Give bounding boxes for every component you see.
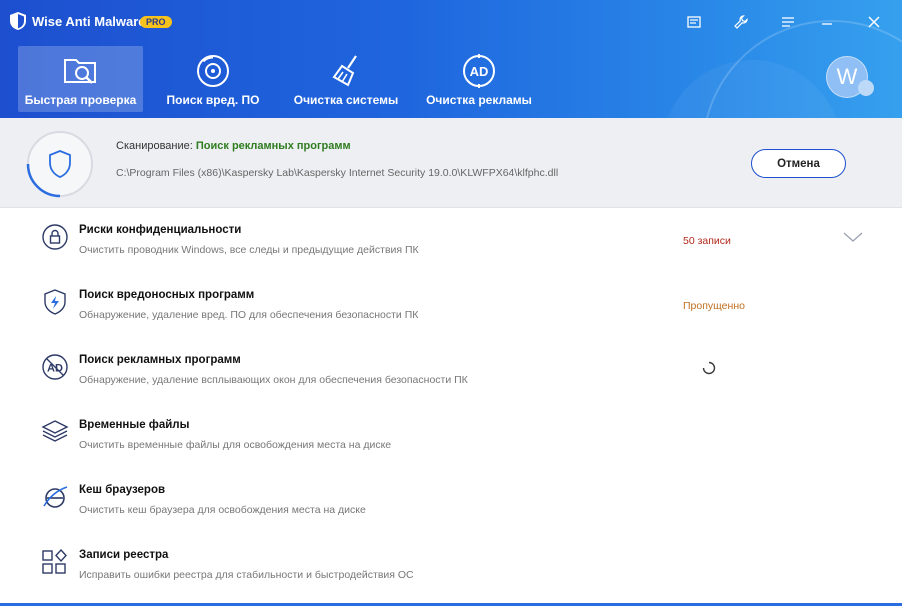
wrench-icon xyxy=(734,15,748,29)
list-item[interactable]: Поиск вредоносных программ Обнаружение, … xyxy=(0,273,902,338)
list-item[interactable]: Временные файлы Очистить временные файлы… xyxy=(0,403,902,468)
cancel-button[interactable]: Отмена xyxy=(751,149,846,178)
list-item[interactable]: Кеш браузеров Очистить кеш браузера для … xyxy=(0,468,902,533)
scan-current-file: C:\Program Files (x86)\Kaspersky Lab\Kas… xyxy=(116,167,559,179)
scan-items-list: Риски конфиденциальности Очистить провод… xyxy=(0,208,902,606)
svg-text:AD: AD xyxy=(470,64,489,79)
title-bar: Wise Anti Malware PRO xyxy=(0,0,902,40)
item-desc: Обнаружение, удаление вред. ПО для обесп… xyxy=(79,309,419,321)
ad-blocked-icon: AD xyxy=(42,354,68,380)
item-title: Поиск рекламных программ xyxy=(79,354,241,366)
menu-icon xyxy=(782,17,794,27)
item-title: Поиск вредоносных программ xyxy=(79,289,255,301)
app-window: Wise Anti Malware PRO Быстрая проверка П… xyxy=(0,0,902,606)
privacy-lock-icon xyxy=(42,224,68,250)
scan-status-panel: Сканирование: Поиск рекламных программ C… xyxy=(0,118,902,208)
avatar-status-dot xyxy=(858,80,874,96)
item-desc: Очистить проводник Windows, все следы и … xyxy=(79,244,419,256)
item-title: Записи реестра xyxy=(79,549,169,561)
pro-badge: PRO xyxy=(140,16,172,28)
scan-progress-ring xyxy=(26,131,93,198)
nav-label: Очистка рекламы xyxy=(426,93,532,107)
loading-spinner-icon xyxy=(702,361,716,375)
ad-icon: AD xyxy=(463,54,495,88)
scan-prefix: Сканирование: xyxy=(116,140,193,152)
item-desc: Очистить временные файлы для освобождени… xyxy=(79,439,392,451)
header: Wise Anti Malware PRO Быстрая проверка П… xyxy=(0,0,902,118)
item-desc: Очистить кеш браузера для освобождения м… xyxy=(79,504,366,516)
chevron-down-icon[interactable] xyxy=(842,230,864,244)
message-icon xyxy=(687,16,701,28)
item-title: Кеш браузеров xyxy=(79,484,166,496)
item-desc: Исправить ошибки реестра для стабильност… xyxy=(79,569,414,581)
scan-stage: Поиск рекламных программ xyxy=(195,140,351,152)
app-logo-icon xyxy=(10,12,26,30)
feedback-button[interactable] xyxy=(684,12,704,32)
app-title: Wise Anti Malware xyxy=(32,14,146,29)
close-button[interactable] xyxy=(864,12,884,32)
target-scan-icon xyxy=(197,55,229,87)
list-item[interactable]: AD Поиск рекламных программ Обнаружение,… xyxy=(0,338,902,403)
minimize-icon xyxy=(822,23,832,25)
registry-icon xyxy=(42,548,67,574)
list-item[interactable]: Записи реестра Исправить ошибки реестра … xyxy=(0,533,902,598)
nav-malware-scan[interactable]: Поиск вред. ПО xyxy=(160,46,266,112)
browser-icon xyxy=(43,486,68,508)
nav-label: Поиск вред. ПО xyxy=(166,93,260,107)
folder-search-icon xyxy=(63,59,96,84)
close-icon xyxy=(868,16,880,28)
minimize-button[interactable] xyxy=(817,12,837,32)
nav-system-cleanup[interactable]: Очистка системы xyxy=(290,46,402,112)
item-title: Временные файлы xyxy=(79,419,190,431)
list-item[interactable]: Риски конфиденциальности Очистить провод… xyxy=(0,208,902,273)
tools-button[interactable] xyxy=(731,12,751,32)
nav-quick-scan[interactable]: Быстрая проверка xyxy=(18,46,143,112)
broom-icon xyxy=(332,55,357,87)
nav-label: Быстрая проверка xyxy=(24,93,137,107)
layers-icon xyxy=(41,420,69,442)
item-title: Риски конфиденциальности xyxy=(79,224,242,236)
item-status: Пропущенно xyxy=(683,300,745,312)
nav-ad-cleanup[interactable]: AD Очистка рекламы xyxy=(423,46,535,112)
scan-stage-line: Сканирование: Поиск рекламных программ xyxy=(116,140,351,152)
shield-bolt-icon xyxy=(44,289,66,315)
menu-button[interactable] xyxy=(778,12,798,32)
nav-label: Очистка системы xyxy=(293,93,399,107)
item-status: 50 записи xyxy=(683,235,731,247)
item-desc: Обнаружение, удаление всплывающих окон д… xyxy=(79,374,468,386)
